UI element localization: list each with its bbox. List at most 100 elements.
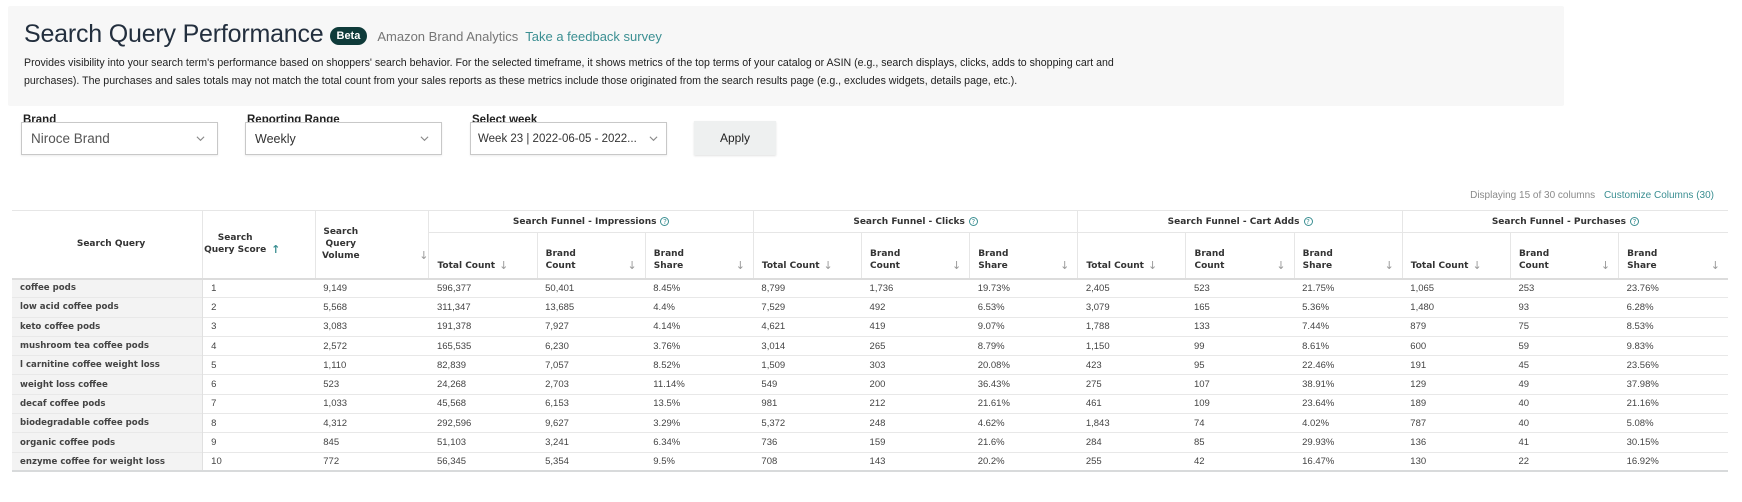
data-table: Search Query Search Query Score ↑ Search … bbox=[12, 210, 1728, 473]
col-header-cart-adds-brand-count[interactable]: Brand Count ↓ bbox=[1185, 232, 1295, 279]
customize-columns-link[interactable]: Customize Columns (30) bbox=[1604, 190, 1714, 201]
cart-adds-brand-share-cell: 4.02% bbox=[1294, 413, 1403, 433]
brand-select[interactable]: Niroce Brand bbox=[21, 122, 218, 155]
col-header-impressions-brand-share[interactable]: Brand Share ↓ bbox=[644, 232, 754, 279]
purchases-brand-count-cell: 40 bbox=[1510, 393, 1619, 414]
col-header-impressions-brand-count[interactable]: Brand Count ↓ bbox=[536, 232, 646, 279]
help-icon[interactable]: ? bbox=[1629, 216, 1639, 226]
table-row: keto coffee pods 3 3,083 191,378 7,927 4.14% 4… bbox=[12, 316, 1728, 337]
col-header-label: Brand Count bbox=[545, 248, 576, 271]
clicks-total-count-cell: 3,014 bbox=[753, 335, 862, 356]
sort-descending-icon[interactable]: ↓ bbox=[952, 259, 961, 272]
sort-descending-icon[interactable]: ↓ bbox=[824, 259, 833, 272]
table-row: decaf coffee pods 7 1,033 45,568 6,153 13.5% 9… bbox=[12, 393, 1728, 414]
sort-descending-icon[interactable]: ↓ bbox=[499, 259, 508, 272]
purchases-total-count-cell: 1,480 bbox=[1402, 297, 1511, 318]
purchases-total-count-cell: 879 bbox=[1402, 316, 1511, 337]
cart-adds-total-count-cell: 275 bbox=[1077, 374, 1186, 395]
select-week-select[interactable]: Week 23 | 2022-06-05 - 2022... bbox=[470, 122, 667, 155]
col-header-search-query-score[interactable]: Search Query Score ↑ bbox=[202, 210, 316, 279]
page-description: Provides visibility into your search ter… bbox=[24, 54, 1354, 90]
clicks-brand-count-cell: 492 bbox=[861, 297, 970, 318]
impressions-brand-count-cell: 5,354 bbox=[537, 451, 646, 473]
clicks-brand-count-cell: 212 bbox=[861, 393, 970, 414]
sort-descending-icon[interactable]: ↓ bbox=[736, 259, 745, 272]
sort-descending-icon[interactable]: ↓ bbox=[1385, 259, 1394, 272]
sort-descending-icon[interactable]: ↓ bbox=[1601, 259, 1610, 272]
help-icon[interactable]: ? bbox=[1303, 216, 1313, 226]
cart-adds-total-count-cell: 3,079 bbox=[1077, 297, 1186, 318]
sort-descending-icon[interactable]: ↓ bbox=[1711, 259, 1720, 272]
title-row: Search Query Performance Beta Amazon Bra… bbox=[24, 20, 662, 49]
description-line-2: purchases). The purchases and sales tota… bbox=[24, 75, 1018, 87]
sort-descending-icon[interactable]: ↓ bbox=[1148, 259, 1157, 272]
search-query-volume-cell: 1,033 bbox=[315, 393, 429, 414]
search-query-cell: l carnitine coffee weight loss bbox=[12, 355, 204, 375]
sort-descending-icon[interactable]: ↓ bbox=[1276, 259, 1285, 272]
col-header-clicks-total-count[interactable]: Total Count ↓ bbox=[752, 232, 862, 279]
group-header-impressions: Search Funnel - Impressions? bbox=[428, 210, 754, 233]
impressions-total-count-cell: 596,377 bbox=[428, 277, 538, 298]
purchases-brand-share-cell: 30.15% bbox=[1618, 432, 1728, 453]
col-header-label: Brand Count bbox=[870, 248, 901, 271]
col-header-search-query-volume[interactable]: Search Query Volume ↓ bbox=[314, 210, 429, 279]
sort-descending-icon[interactable]: ↓ bbox=[1060, 259, 1069, 272]
col-header-purchases-total-count[interactable]: Total Count ↓ bbox=[1401, 232, 1511, 279]
help-icon[interactable]: ? bbox=[660, 216, 670, 226]
col-header-cart-adds-total-count[interactable]: Total Count ↓ bbox=[1077, 232, 1186, 279]
impressions-brand-share-cell: 4.4% bbox=[645, 297, 754, 318]
reporting-range-value: Weekly bbox=[255, 131, 296, 146]
group-header-row: Search Query Search Query Score ↑ Search … bbox=[12, 210, 1728, 279]
sort-ascending-icon[interactable]: ↑ bbox=[271, 244, 280, 256]
col-header-search-query[interactable]: Search Query bbox=[12, 210, 203, 279]
col-header-purchases-brand-share[interactable]: Brand Share ↓ bbox=[1618, 232, 1728, 279]
search-query-volume-cell: 1,110 bbox=[315, 355, 429, 375]
search-query-cell: decaf coffee pods bbox=[12, 393, 204, 414]
help-icon[interactable]: ? bbox=[968, 216, 978, 226]
purchases-brand-share-cell: 6.28% bbox=[1618, 297, 1728, 318]
sort-descending-icon[interactable]: ↓ bbox=[1472, 259, 1481, 272]
purchases-brand-share-cell: 5.08% bbox=[1618, 413, 1728, 433]
col-header-clicks-brand-count[interactable]: Brand Count ↓ bbox=[861, 232, 970, 279]
description-line-1: Provides visibility into your search ter… bbox=[24, 57, 1114, 69]
col-header-label: Brand Share bbox=[1302, 248, 1333, 271]
clicks-total-count-cell: 4,621 bbox=[753, 316, 862, 337]
page-title: Search Query Performance bbox=[24, 20, 324, 48]
group-header-clicks: Search Funnel - Clicks? bbox=[752, 210, 1078, 233]
impressions-brand-count-cell: 2,703 bbox=[537, 374, 646, 395]
group-label: Search Funnel - Purchases bbox=[1491, 216, 1626, 227]
sort-descending-icon[interactable]: ↓ bbox=[419, 250, 428, 262]
clicks-brand-count-cell: 143 bbox=[861, 451, 970, 473]
col-header-cart-adds-brand-share[interactable]: Brand Share ↓ bbox=[1293, 232, 1403, 279]
clicks-brand-share-cell: 20.08% bbox=[969, 355, 1078, 375]
clicks-total-count-cell: 8,799 bbox=[753, 277, 862, 298]
col-header-purchases-brand-count[interactable]: Brand Count ↓ bbox=[1509, 232, 1619, 279]
chevron-down-icon bbox=[420, 136, 429, 142]
reporting-range-select[interactable]: Weekly bbox=[245, 122, 442, 155]
apply-button[interactable]: Apply bbox=[694, 121, 776, 155]
table-row: coffee pods 1 9,149 596,377 50,401 8.45% 8,799… bbox=[12, 277, 1728, 298]
clicks-brand-share-cell: 36.43% bbox=[969, 374, 1078, 395]
columns-info: Displaying 15 of 30 columns Customize Co… bbox=[1470, 190, 1714, 201]
cart-adds-brand-share-cell: 7.44% bbox=[1294, 316, 1403, 337]
cart-adds-brand-share-cell: 29.93% bbox=[1294, 432, 1403, 453]
clicks-brand-share-cell: 9.07% bbox=[969, 316, 1078, 337]
sort-descending-icon[interactable]: ↓ bbox=[628, 259, 637, 272]
feedback-survey-link[interactable]: Take a feedback survey bbox=[525, 29, 662, 44]
purchases-brand-count-cell: 75 bbox=[1510, 316, 1619, 337]
impressions-brand-share-cell: 8.45% bbox=[645, 277, 754, 298]
impressions-brand-count-cell: 6,153 bbox=[537, 393, 646, 414]
impressions-brand-count-cell: 3,241 bbox=[537, 432, 646, 453]
clicks-brand-count-cell: 419 bbox=[861, 316, 970, 337]
purchases-brand-count-cell: 253 bbox=[1510, 277, 1619, 298]
col-header-impressions-total-count[interactable]: Total Count ↓ bbox=[428, 232, 538, 279]
col-header-label: Total Count bbox=[1410, 260, 1469, 271]
search-query-score-cell: 3 bbox=[202, 316, 316, 337]
clicks-total-count-cell: 708 bbox=[753, 451, 862, 473]
cart-adds-brand-share-cell: 38.91% bbox=[1294, 374, 1403, 395]
cart-adds-total-count-cell: 423 bbox=[1077, 355, 1186, 375]
purchases-brand-share-cell: 8.53% bbox=[1618, 316, 1728, 337]
cart-adds-brand-count-cell: 95 bbox=[1185, 355, 1295, 375]
purchases-brand-share-cell: 23.56% bbox=[1618, 355, 1728, 375]
col-header-clicks-brand-share[interactable]: Brand Share ↓ bbox=[969, 232, 1078, 279]
